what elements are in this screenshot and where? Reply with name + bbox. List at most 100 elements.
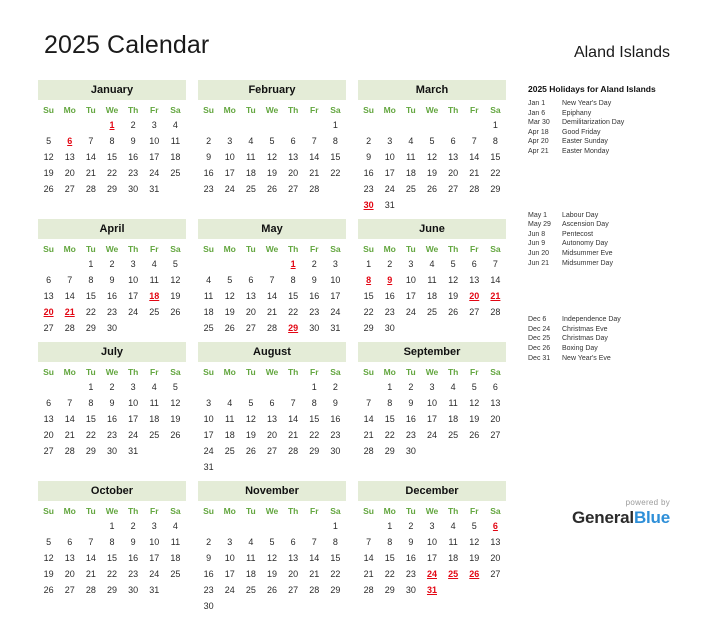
day-cell[interactable]: 2 <box>379 256 400 272</box>
day-cell[interactable]: 19 <box>421 165 442 181</box>
day-cell[interactable]: 13 <box>38 288 59 304</box>
day-cell-holiday[interactable]: 24 <box>421 566 442 582</box>
day-cell[interactable]: 1 <box>80 379 101 395</box>
day-cell[interactable]: 10 <box>144 534 165 550</box>
day-cell[interactable]: 11 <box>443 534 464 550</box>
day-cell[interactable]: 24 <box>400 304 421 320</box>
day-cell[interactable]: 17 <box>219 165 240 181</box>
day-cell[interactable]: 17 <box>421 550 442 566</box>
day-cell[interactable]: 11 <box>240 550 261 566</box>
day-cell[interactable]: 18 <box>421 288 442 304</box>
day-cell[interactable]: 17 <box>144 550 165 566</box>
day-cell[interactable]: 3 <box>325 256 346 272</box>
day-cell[interactable]: 21 <box>358 566 379 582</box>
day-cell[interactable]: 26 <box>464 427 485 443</box>
day-cell[interactable]: 25 <box>240 582 261 598</box>
day-cell[interactable]: 29 <box>304 443 325 459</box>
day-cell[interactable]: 3 <box>421 518 442 534</box>
day-cell[interactable]: 23 <box>198 582 219 598</box>
day-cell[interactable]: 22 <box>485 165 506 181</box>
day-cell[interactable]: 30 <box>304 320 325 336</box>
day-cell-holiday[interactable]: 30 <box>358 197 379 213</box>
day-cell[interactable]: 14 <box>283 411 304 427</box>
day-cell[interactable]: 8 <box>283 272 304 288</box>
day-cell[interactable]: 24 <box>144 566 165 582</box>
day-cell[interactable]: 13 <box>59 149 80 165</box>
day-cell[interactable]: 30 <box>101 443 122 459</box>
day-cell[interactable]: 17 <box>219 566 240 582</box>
day-cell[interactable]: 7 <box>358 534 379 550</box>
day-cell[interactable]: 3 <box>144 518 165 534</box>
day-cell[interactable]: 21 <box>80 566 101 582</box>
day-cell[interactable]: 15 <box>358 288 379 304</box>
day-cell-holiday[interactable]: 26 <box>464 566 485 582</box>
day-cell[interactable]: 12 <box>165 395 186 411</box>
day-cell-holiday[interactable]: 20 <box>464 288 485 304</box>
day-cell[interactable]: 30 <box>325 443 346 459</box>
day-cell[interactable]: 7 <box>261 272 282 288</box>
day-cell[interactable]: 1 <box>379 379 400 395</box>
day-cell[interactable]: 22 <box>80 427 101 443</box>
day-cell[interactable]: 1 <box>304 379 325 395</box>
day-cell[interactable]: 18 <box>165 149 186 165</box>
day-cell[interactable]: 6 <box>443 133 464 149</box>
day-cell[interactable]: 28 <box>59 443 80 459</box>
day-cell[interactable]: 16 <box>101 288 122 304</box>
day-cell[interactable]: 24 <box>219 582 240 598</box>
day-cell[interactable]: 29 <box>379 582 400 598</box>
day-cell[interactable]: 17 <box>123 288 144 304</box>
day-cell-holiday[interactable]: 21 <box>59 304 80 320</box>
day-cell[interactable]: 1 <box>325 518 346 534</box>
day-cell[interactable]: 6 <box>38 272 59 288</box>
day-cell[interactable]: 20 <box>261 427 282 443</box>
day-cell[interactable]: 1 <box>101 518 122 534</box>
day-cell[interactable]: 29 <box>358 320 379 336</box>
day-cell[interactable]: 12 <box>261 550 282 566</box>
day-cell[interactable]: 10 <box>421 395 442 411</box>
day-cell[interactable]: 26 <box>421 181 442 197</box>
day-cell[interactable]: 1 <box>379 518 400 534</box>
day-cell[interactable]: 21 <box>358 427 379 443</box>
day-cell[interactable]: 18 <box>443 411 464 427</box>
day-cell-holiday[interactable]: 8 <box>358 272 379 288</box>
day-cell[interactable]: 12 <box>421 149 442 165</box>
day-cell[interactable]: 7 <box>283 395 304 411</box>
day-cell[interactable]: 18 <box>144 411 165 427</box>
day-cell[interactable]: 12 <box>464 395 485 411</box>
day-cell[interactable]: 13 <box>240 288 261 304</box>
day-cell[interactable]: 11 <box>400 149 421 165</box>
day-cell[interactable]: 23 <box>198 181 219 197</box>
day-cell[interactable]: 29 <box>101 582 122 598</box>
day-cell-holiday[interactable]: 18 <box>144 288 165 304</box>
day-cell[interactable]: 5 <box>261 133 282 149</box>
day-cell[interactable]: 14 <box>261 288 282 304</box>
day-cell[interactable]: 10 <box>144 133 165 149</box>
day-cell[interactable]: 27 <box>59 181 80 197</box>
day-cell[interactable]: 23 <box>304 304 325 320</box>
day-cell[interactable]: 22 <box>358 304 379 320</box>
day-cell[interactable]: 3 <box>400 256 421 272</box>
day-cell-holiday[interactable]: 9 <box>379 272 400 288</box>
day-cell[interactable]: 21 <box>283 427 304 443</box>
day-cell[interactable]: 21 <box>304 566 325 582</box>
day-cell[interactable]: 28 <box>80 181 101 197</box>
day-cell[interactable]: 14 <box>59 288 80 304</box>
day-cell[interactable]: 28 <box>358 582 379 598</box>
day-cell[interactable]: 7 <box>304 133 325 149</box>
day-cell[interactable]: 7 <box>80 133 101 149</box>
day-cell[interactable]: 26 <box>261 582 282 598</box>
day-cell[interactable]: 20 <box>443 165 464 181</box>
day-cell[interactable]: 6 <box>240 272 261 288</box>
day-cell-holiday[interactable]: 6 <box>59 133 80 149</box>
day-cell[interactable]: 23 <box>400 566 421 582</box>
day-cell[interactable]: 15 <box>379 411 400 427</box>
day-cell[interactable]: 12 <box>261 149 282 165</box>
day-cell[interactable]: 8 <box>325 133 346 149</box>
day-cell[interactable]: 11 <box>443 395 464 411</box>
day-cell[interactable]: 26 <box>165 304 186 320</box>
day-cell[interactable]: 7 <box>485 256 506 272</box>
day-cell[interactable]: 1 <box>80 256 101 272</box>
day-cell[interactable]: 19 <box>165 288 186 304</box>
day-cell[interactable]: 1 <box>325 117 346 133</box>
day-cell[interactable]: 15 <box>485 149 506 165</box>
